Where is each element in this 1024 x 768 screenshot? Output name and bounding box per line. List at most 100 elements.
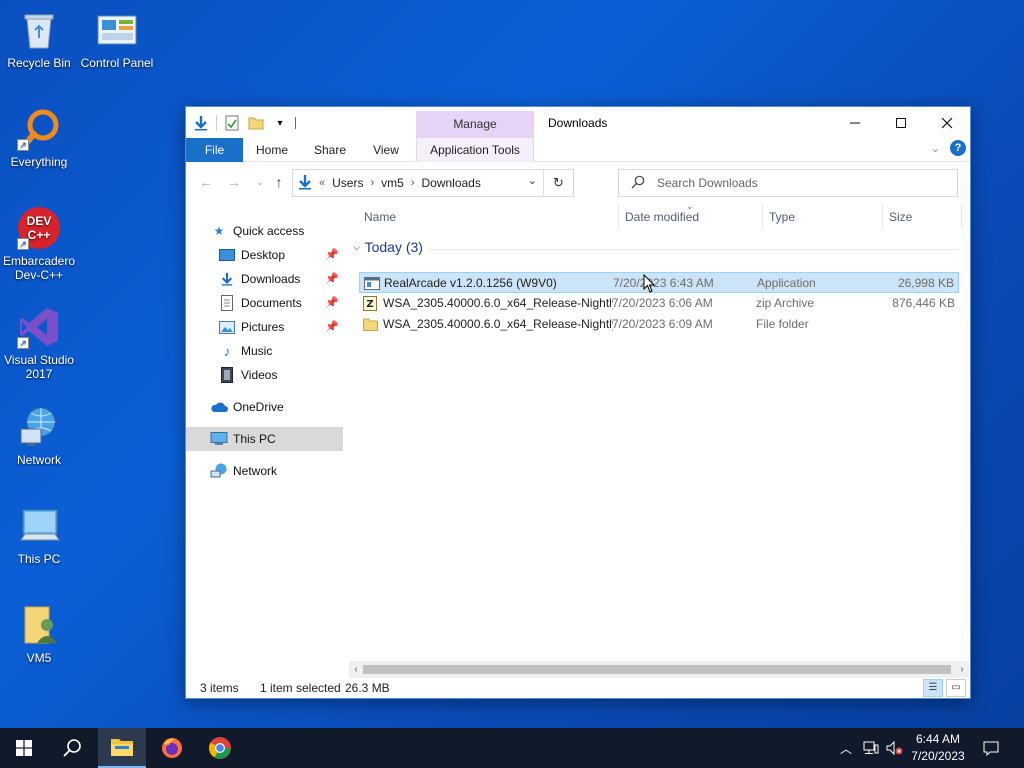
taskbar: ︿ 6:44 AM 7/20/2023 (0, 728, 1024, 768)
tab-application-tools[interactable]: Application Tools (416, 138, 534, 162)
nav-item-videos[interactable]: Videos (186, 363, 343, 387)
column-header-name[interactable]: Name (364, 203, 396, 231)
search-button[interactable] (48, 728, 96, 768)
svg-text:DEV: DEV (27, 214, 52, 228)
group-header-today[interactable]: ⌵ Today (3) (353, 239, 423, 255)
scroll-left-icon[interactable]: ‹ (349, 661, 363, 678)
title-bar[interactable]: ▾ Manage Downloads (186, 107, 970, 138)
file-type: File folder (756, 317, 809, 331)
nav-item-music[interactable]: ♪ Music (186, 339, 343, 363)
show-hidden-icons-chevron-icon[interactable]: ︿ (836, 728, 856, 768)
desktop-icon-vm5[interactable]: VM5 (0, 603, 79, 665)
nav-quick-access[interactable]: ★ Quick access (186, 219, 343, 243)
nav-item-desktop[interactable]: Desktop 📌 (186, 243, 343, 267)
manage-context-tab[interactable]: Manage (416, 111, 534, 138)
breadcrumb-separator-icon[interactable]: › (370, 177, 374, 189)
zip-archive-icon: Z (363, 296, 377, 311)
maximize-button[interactable] (878, 107, 924, 138)
up-arrow-icon[interactable]: ↑ (269, 171, 289, 193)
application-icon (364, 276, 380, 290)
shortcut-arrow-icon: ↗ (17, 337, 29, 349)
downloads-arrow-icon[interactable] (192, 114, 210, 132)
notification-center-icon[interactable] (978, 728, 1004, 768)
horizontal-scrollbar[interactable]: ‹ › (349, 661, 969, 678)
new-folder-icon[interactable] (247, 114, 265, 132)
taskbar-clock[interactable]: 6:44 AM 7/20/2023 (905, 731, 971, 765)
column-separator[interactable] (961, 205, 962, 229)
desktop-icon-label: Everything (10, 155, 68, 169)
pin-icon[interactable]: 📌 (325, 267, 339, 291)
address-overflow[interactable]: « (319, 177, 325, 189)
clock-time: 6:44 AM (915, 732, 961, 746)
pin-icon[interactable]: 📌 (325, 243, 339, 267)
breadcrumb-vm5[interactable]: vm5 (381, 176, 404, 190)
forward-arrow-icon[interactable]: → (224, 171, 244, 193)
file-row[interactable]: WSA_2305.40000.6.0_x64_Release-Nightly..… (359, 314, 959, 335)
recent-locations-chevron-icon[interactable]: ⌄ (250, 171, 270, 193)
tab-home[interactable]: Home (250, 138, 294, 162)
address-dropdown-chevron-icon[interactable]: ⌄ (528, 174, 537, 187)
film-icon (218, 366, 236, 384)
taskbar-firefox[interactable] (148, 728, 196, 768)
volume-muted-icon[interactable] (884, 728, 906, 768)
star-icon: ★ (213, 224, 225, 238)
expand-ribbon-chevron-icon[interactable]: ⌄ (931, 142, 940, 155)
close-button[interactable] (924, 107, 970, 138)
file-row[interactable]: RealArcade v1.2.0.1256 (W9V0) 7/20/2023 … (359, 272, 959, 293)
back-arrow-icon[interactable]: ← (196, 171, 216, 193)
computer-icon (17, 504, 61, 548)
nav-item-downloads[interactable]: Downloads 📌 (186, 267, 343, 291)
address-bar[interactable]: « Users › vm5 › Downloads ⌄ ↻ (292, 169, 574, 197)
large-icons-view-button[interactable]: ▭ (946, 679, 966, 697)
breadcrumb-users[interactable]: Users (332, 176, 363, 190)
file-size: 26,998 KB (897, 276, 954, 290)
pin-icon[interactable]: 📌 (325, 315, 339, 339)
column-separator[interactable] (762, 205, 763, 229)
nav-this-pc[interactable]: This PC (186, 427, 343, 451)
pin-icon[interactable]: 📌 (325, 291, 339, 315)
search-box[interactable]: Search Downloads (618, 169, 958, 197)
desktop-icon-recycle-bin[interactable]: Recycle Bin (0, 8, 79, 70)
tab-view[interactable]: View (364, 138, 408, 162)
scroll-right-icon[interactable]: › (955, 661, 969, 678)
breadcrumb-separator-icon[interactable]: › (411, 177, 415, 189)
desktop-icon-control-panel[interactable]: Control Panel (77, 8, 157, 70)
properties-icon[interactable] (223, 114, 241, 132)
desktop-icon-devcpp[interactable]: DEV C++ ↗ Embarcadero Dev-C++ (0, 206, 79, 282)
minimize-button[interactable] (832, 107, 878, 138)
status-selected: 1 item selected (260, 681, 341, 695)
file-size: 876,446 KB (892, 296, 955, 310)
desktop-icon-everything[interactable]: ↗ Everything (0, 107, 79, 169)
start-button[interactable] (0, 728, 48, 768)
column-separator[interactable] (618, 205, 619, 229)
network-icon (210, 462, 228, 480)
breadcrumb-downloads[interactable]: Downloads (421, 176, 480, 190)
customize-toolbar-dropdown-icon[interactable]: ▾ (271, 114, 289, 132)
window-controls (832, 107, 970, 138)
column-header-type[interactable]: Type (769, 203, 795, 231)
nav-network[interactable]: Network (186, 459, 343, 483)
collapse-chevron-icon[interactable]: ⌵ (353, 242, 361, 253)
taskbar-chrome[interactable] (196, 728, 244, 768)
refresh-icon[interactable]: ↻ (543, 170, 573, 196)
desktop-icon-this-pc[interactable]: This PC (0, 504, 79, 566)
desktop-icon-network[interactable]: Network (0, 405, 79, 467)
tab-share[interactable]: Share (308, 138, 352, 162)
column-header-date[interactable]: Date modified (625, 203, 699, 231)
network-tray-icon[interactable] (860, 728, 882, 768)
toolbar-divider (295, 117, 296, 129)
column-separator[interactable] (882, 205, 883, 229)
details-view-button[interactable]: ☰ (923, 679, 943, 697)
ribbon-right-controls: ⌄ ? (931, 140, 966, 156)
scrollbar-thumb[interactable] (363, 665, 951, 674)
desktop-icon-visual-studio[interactable]: ↗ Visual Studio 2017 (0, 305, 79, 381)
file-name: WSA_2305.40000.6.0_x64_Release-Nightly..… (383, 317, 613, 331)
nav-item-documents[interactable]: Documents 📌 (186, 291, 343, 315)
help-icon[interactable]: ? (950, 140, 966, 156)
file-row[interactable]: Z WSA_2305.40000.6.0_x64_Release-Nightly… (359, 293, 959, 314)
nav-onedrive[interactable]: OneDrive (186, 395, 343, 419)
nav-item-pictures[interactable]: Pictures 📌 (186, 315, 343, 339)
column-header-size[interactable]: Size (889, 203, 912, 231)
tab-file[interactable]: File (186, 138, 243, 162)
taskbar-file-explorer[interactable] (98, 728, 146, 768)
